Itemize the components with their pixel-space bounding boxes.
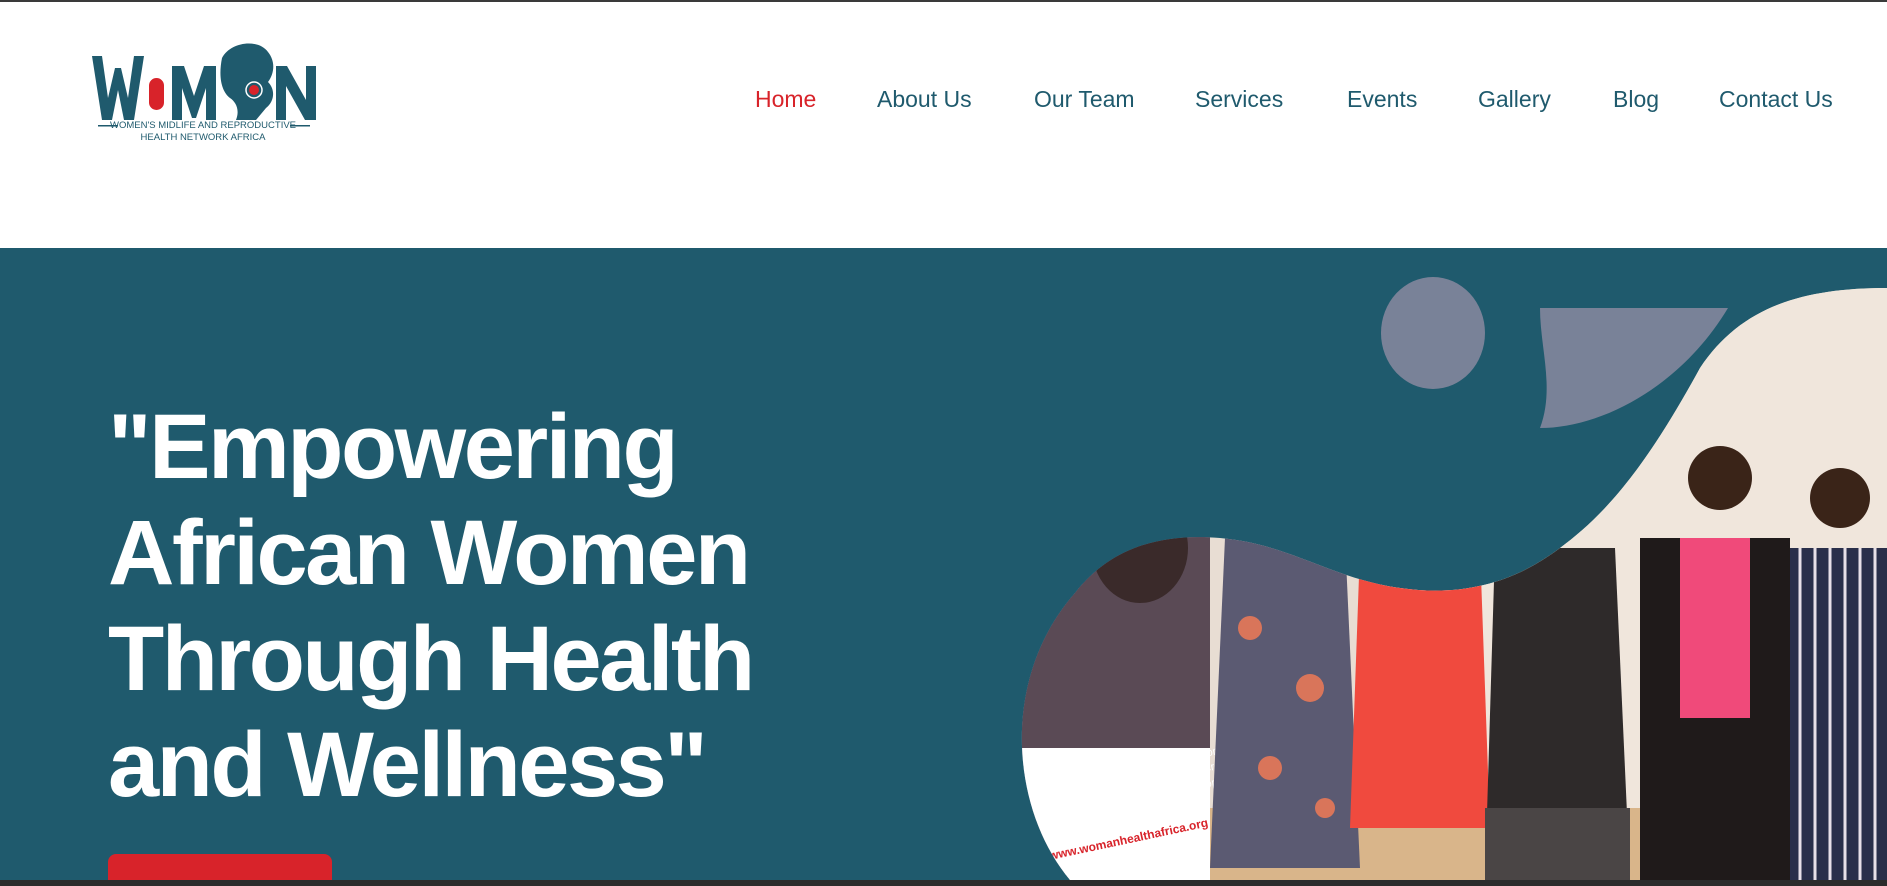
nav-events[interactable]: Events bbox=[1347, 86, 1417, 113]
hero-heading-line-2: African Women bbox=[108, 502, 751, 604]
hero-section: Envisioning an Africa where every woman … bbox=[0, 248, 1887, 880]
nav-services[interactable]: Services bbox=[1195, 86, 1283, 113]
window-bottom-border bbox=[0, 880, 1887, 886]
hero-heading-line-1: "Empowering bbox=[108, 396, 679, 498]
hero-heading-line-4: and Wellness" bbox=[108, 714, 708, 816]
hero-heading-line-3: Through Health bbox=[108, 608, 755, 710]
nav-home[interactable]: Home bbox=[755, 86, 816, 113]
nav-gallery[interactable]: Gallery bbox=[1478, 86, 1551, 113]
nav-our-team[interactable]: Our Team bbox=[1034, 86, 1135, 113]
hero-heading: "Empowering African Women Through Health… bbox=[108, 394, 828, 818]
nav-blog[interactable]: Blog bbox=[1613, 86, 1659, 113]
hero-cta-button[interactable] bbox=[108, 854, 332, 880]
logo-tagline-line-1: WOMEN'S MIDLIFE AND REPRODUCTIVE bbox=[109, 120, 297, 131]
decor-circle-shape bbox=[1381, 277, 1485, 389]
nav-about-us[interactable]: About Us bbox=[877, 86, 972, 113]
nav-contact-us[interactable]: Contact Us bbox=[1719, 86, 1833, 113]
site-header: WOMEN'S MIDLIFE AND REPRODUCTIVE HEALTH … bbox=[0, 2, 1887, 248]
main-nav: Home About Us Our Team Services Events G… bbox=[0, 86, 1887, 116]
logo-tagline-line-2: HEALTH NETWORK AFRICA bbox=[140, 132, 266, 143]
logo-tagline: WOMEN'S MIDLIFE AND REPRODUCTIVE HEALTH … bbox=[90, 120, 316, 144]
